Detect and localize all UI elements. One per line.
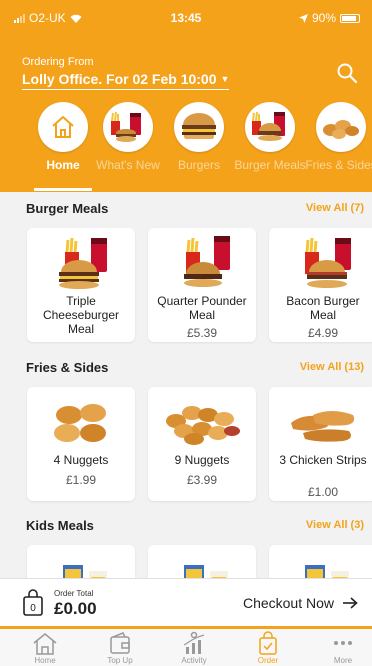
checkout-button[interactable]: Checkout Now — [243, 595, 358, 611]
tab-top-up[interactable]: Top Up — [83, 631, 157, 665]
category-label: Burger Meals — [234, 158, 306, 172]
home-icon — [52, 116, 74, 138]
product-price: £3.99 — [186, 473, 218, 487]
4-nuggets-image — [54, 404, 106, 442]
search-icon[interactable] — [336, 62, 358, 84]
ordering-from-label: Ordering From — [22, 56, 94, 68]
tab-label: Top Up — [107, 656, 133, 665]
product-name: 9 Nuggets — [174, 453, 230, 467]
product-card[interactable]: Quarter Pounder Meal £5.39 — [148, 228, 256, 342]
section-header-kids-meals: Kids Meals View All (3) — [0, 512, 372, 540]
location-arrow-icon — [298, 13, 308, 23]
nuggets-image — [323, 120, 359, 139]
svg-text:0: 0 — [30, 603, 36, 614]
caret-down-icon: ▼ — [220, 74, 230, 84]
tab-label: Activity — [181, 656, 207, 665]
home-icon — [33, 633, 57, 655]
wallet-icon — [110, 632, 130, 654]
whats-new-image — [111, 111, 141, 142]
product-card[interactable]: Bacon Burger Meal £4.99 — [269, 228, 372, 342]
tab-label: More — [333, 656, 353, 665]
battery-icon — [340, 13, 360, 23]
view-all-kids-meals[interactable]: View All (3) — [306, 519, 364, 531]
bacon-burger-meal-image — [305, 237, 351, 288]
battery-percent: 90% — [311, 11, 336, 25]
product-card[interactable]: 9 Nuggets £3.99 — [148, 387, 256, 501]
product-price: £1.99 — [65, 473, 97, 487]
quarter-pounder-meal-image — [184, 236, 230, 287]
category-label: Home — [46, 158, 80, 172]
category-label: What's New — [96, 158, 160, 172]
category-fries-sides[interactable]: Fries & Sides — [305, 102, 372, 172]
product-price: £1.00 — [307, 485, 339, 499]
shopping-bag-icon[interactable]: 0 — [22, 589, 44, 617]
status-bar: O2-UK 13:45 90% — [0, 0, 372, 36]
category-home-circle — [38, 102, 88, 152]
tab-activity[interactable]: Activity — [157, 631, 231, 665]
product-price: £5.39 — [186, 326, 218, 340]
section-title: Fries & Sides — [26, 360, 109, 375]
9-nuggets-image — [166, 406, 240, 445]
triple-cheeseburger-meal-image — [59, 237, 107, 289]
section-title: Burger Meals — [26, 201, 109, 216]
status-right: 90% — [298, 11, 360, 25]
chicken-strips-image — [291, 411, 355, 442]
product-name: 3 Chicken Strips — [279, 453, 367, 467]
order-bag-icon — [259, 631, 277, 655]
category-burger-meals-circle — [245, 102, 295, 152]
category-label: Fries & Sides — [305, 158, 372, 172]
section-header-burger-meals: Burger Meals View All (7) — [0, 195, 372, 223]
tab-order[interactable]: Order — [231, 631, 305, 665]
order-total-label: Order Total — [54, 589, 94, 598]
active-category-indicator — [34, 188, 92, 191]
tab-more[interactable]: More — [306, 631, 372, 665]
checkout-label: Checkout Now — [242, 595, 334, 611]
tab-label: Home — [34, 656, 56, 665]
more-icon — [334, 641, 352, 645]
product-name: Quarter Pounder Meal — [157, 294, 247, 322]
burger-image — [182, 113, 216, 140]
category-burgers-circle — [174, 102, 224, 152]
burger-meal-image — [252, 111, 285, 141]
activity-icon — [183, 631, 205, 654]
view-all-burger-meals[interactable]: View All (7) — [306, 202, 364, 214]
category-fries-sides-circle — [316, 102, 366, 152]
tab-home[interactable]: Home — [8, 631, 82, 665]
order-total-value: £0.00 — [54, 599, 97, 618]
category-burger-meals[interactable]: Burger Meals — [234, 102, 306, 172]
product-name: Bacon Burger Meal — [286, 294, 360, 322]
bottom-tab-bar: Home Top Up Activity Order More — [0, 626, 372, 666]
product-card[interactable]: 3 Chicken Strips £1.00 — [269, 387, 372, 501]
product-card[interactable]: 4 Nuggets £1.99 — [27, 387, 135, 501]
product-price: £4.99 — [307, 326, 339, 340]
tab-label: Order — [257, 656, 279, 665]
location-selector[interactable]: Lolly Office. For 02 Feb 10:00 ▼ — [22, 71, 230, 90]
product-name: Triple Cheeseburger Meal — [42, 294, 120, 336]
category-burgers[interactable]: Burgers — [163, 102, 235, 172]
category-label: Burgers — [177, 158, 221, 172]
arrow-right-icon — [343, 597, 358, 609]
section-title: Kids Meals — [26, 518, 94, 533]
order-bar: 0 Order Total £0.00 Checkout Now — [0, 578, 372, 626]
category-home[interactable]: Home — [27, 102, 99, 172]
category-carousel: Home What's New Burgers Burger Meals Fri… — [0, 102, 372, 192]
product-card[interactable]: Triple Cheeseburger Meal — [27, 228, 135, 342]
header: O2-UK 13:45 90% Ordering From Lolly Offi… — [0, 0, 372, 192]
category-whats-new-circle — [103, 102, 153, 152]
product-name: 4 Nuggets — [53, 453, 109, 467]
section-header-fries-sides: Fries & Sides View All (13) — [0, 354, 372, 382]
view-all-fries-sides[interactable]: View All (13) — [300, 361, 364, 373]
location-text: Lolly Office. For 02 Feb 10:00 — [22, 71, 217, 87]
category-whats-new[interactable]: What's New — [92, 102, 164, 172]
